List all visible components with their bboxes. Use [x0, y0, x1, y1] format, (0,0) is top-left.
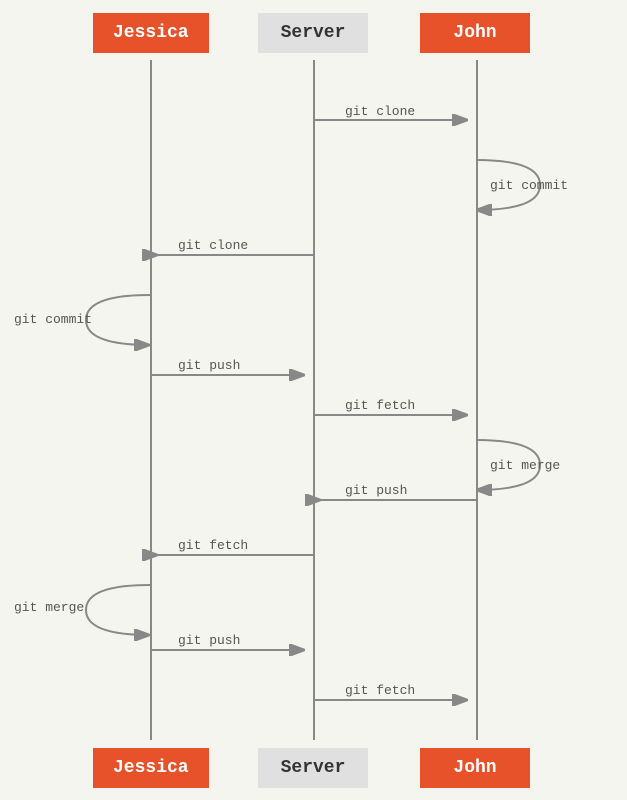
label-arrow7: git merge	[490, 458, 560, 473]
server-top-box: Server	[258, 13, 368, 53]
server-lifeline	[313, 60, 315, 740]
label-arrow6: git fetch	[345, 398, 415, 413]
label-arrow8: git push	[345, 483, 407, 498]
label-arrow9: git fetch	[178, 538, 248, 553]
label-arrow12: git fetch	[345, 683, 415, 698]
john-lifeline	[476, 60, 478, 740]
label-arrow5: git push	[178, 358, 240, 373]
label-arrow11: git push	[178, 633, 240, 648]
john-top-box: John	[420, 13, 530, 53]
label-arrow10: git merge	[14, 600, 84, 615]
jessica-lifeline	[150, 60, 152, 740]
john-bottom-box: John	[420, 748, 530, 788]
sequence-diagram: Jessica Server John	[0, 0, 627, 800]
jessica-top-box: Jessica	[93, 13, 209, 53]
label-arrow4: git commit	[14, 312, 92, 327]
label-arrow3: git clone	[178, 238, 248, 253]
jessica-bottom-box: Jessica	[93, 748, 209, 788]
server-bottom-box: Server	[258, 748, 368, 788]
label-arrow1: git clone	[345, 104, 415, 119]
label-arrow2: git commit	[490, 178, 568, 193]
